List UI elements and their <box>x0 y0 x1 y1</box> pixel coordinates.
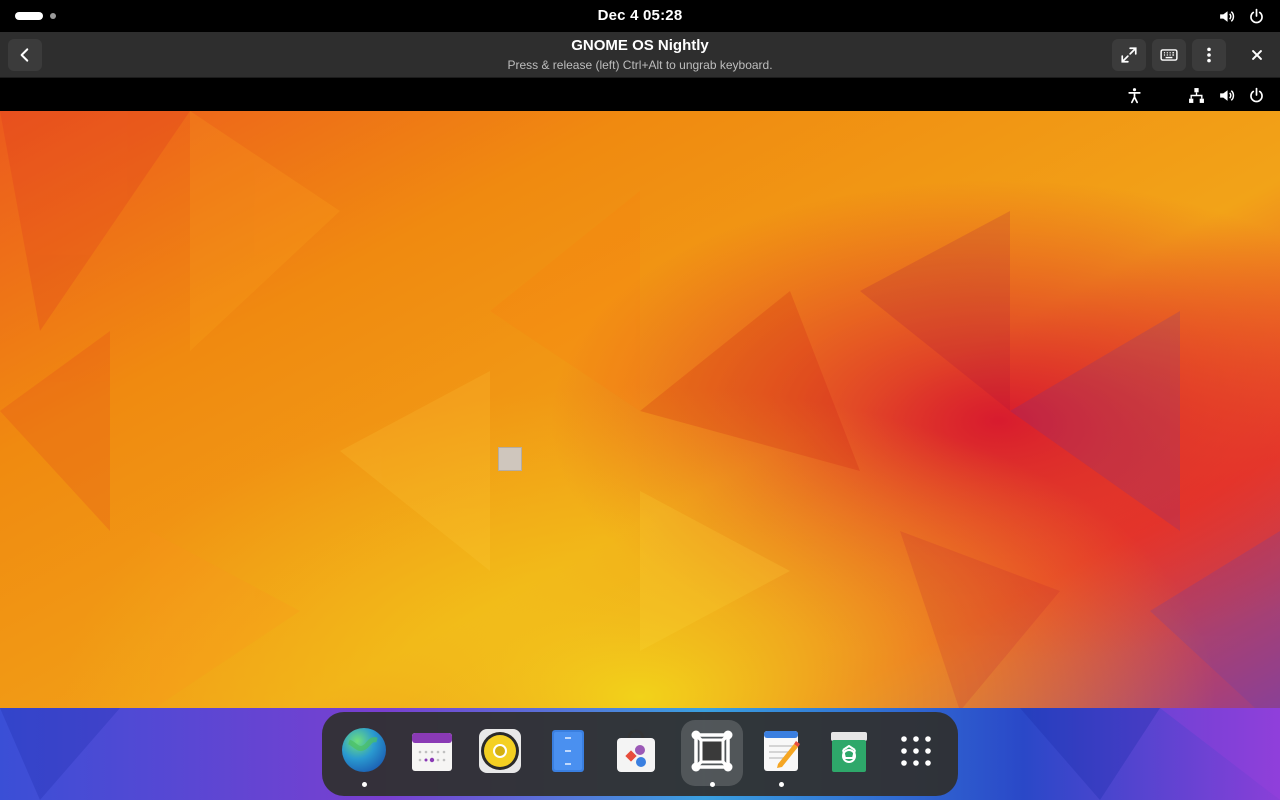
window-subtitle: Press & release (left) Ctrl+Alt to ungra… <box>507 58 773 72</box>
host-clock[interactable]: Dec 4 05:28 <box>0 7 1280 24</box>
dash-item-software[interactable] <box>605 720 667 786</box>
keyboard-button[interactable] <box>1152 39 1186 71</box>
accessibility-icon[interactable] <box>1124 85 1144 105</box>
dash-item-text-editor[interactable] <box>750 720 812 787</box>
power-icon[interactable] <box>1246 85 1266 105</box>
guest-system-tray[interactable] <box>1124 85 1266 105</box>
more-vertical-icon <box>1207 47 1211 63</box>
pointer-cursor <box>498 447 522 471</box>
fullscreen-button[interactable] <box>1112 39 1146 71</box>
guest-display[interactable] <box>0 79 1280 800</box>
power-icon[interactable] <box>1246 6 1266 26</box>
volume-icon[interactable] <box>1216 6 1236 26</box>
show-apps-icon <box>901 736 931 766</box>
files-icon <box>552 730 584 772</box>
host-top-bar: Dec 4 05:28 <box>0 0 1280 32</box>
web-browser-icon <box>342 728 386 772</box>
dash-item-files[interactable] <box>537 720 599 786</box>
viewer-header-bar: GNOME OS Nightly Press & release (left) … <box>0 32 1280 78</box>
boxes-icon <box>691 730 733 772</box>
text-editor-icon <box>764 731 800 771</box>
window-title: GNOME OS Nightly <box>571 37 709 54</box>
dash-item-music-player[interactable] <box>469 720 531 786</box>
dash-item-show-apps[interactable] <box>885 720 947 786</box>
running-indicator <box>710 782 715 787</box>
guest-top-bar <box>0 79 1280 111</box>
software-store-icon <box>617 729 655 772</box>
dash-item-calendar[interactable] <box>401 720 463 786</box>
close-icon <box>1252 50 1262 60</box>
running-indicator <box>779 782 784 787</box>
desktop-wallpaper[interactable] <box>0 111 1280 800</box>
dash-item-trash[interactable] <box>818 720 880 786</box>
fullscreen-icon <box>1121 47 1137 63</box>
running-indicator <box>362 782 367 787</box>
trash-icon <box>831 732 867 772</box>
calendar-icon <box>412 733 452 771</box>
dash <box>322 712 958 796</box>
music-player-icon <box>479 729 521 773</box>
network-icon[interactable] <box>1186 85 1206 105</box>
dash-item-boxes[interactable] <box>681 720 743 787</box>
close-button[interactable] <box>1240 39 1274 71</box>
volume-icon[interactable] <box>1216 85 1236 105</box>
keyboard-icon <box>1160 49 1178 61</box>
host-system-tray[interactable] <box>1216 6 1266 26</box>
menu-button[interactable] <box>1192 39 1226 71</box>
dash-item-web-browser[interactable] <box>333 720 395 787</box>
